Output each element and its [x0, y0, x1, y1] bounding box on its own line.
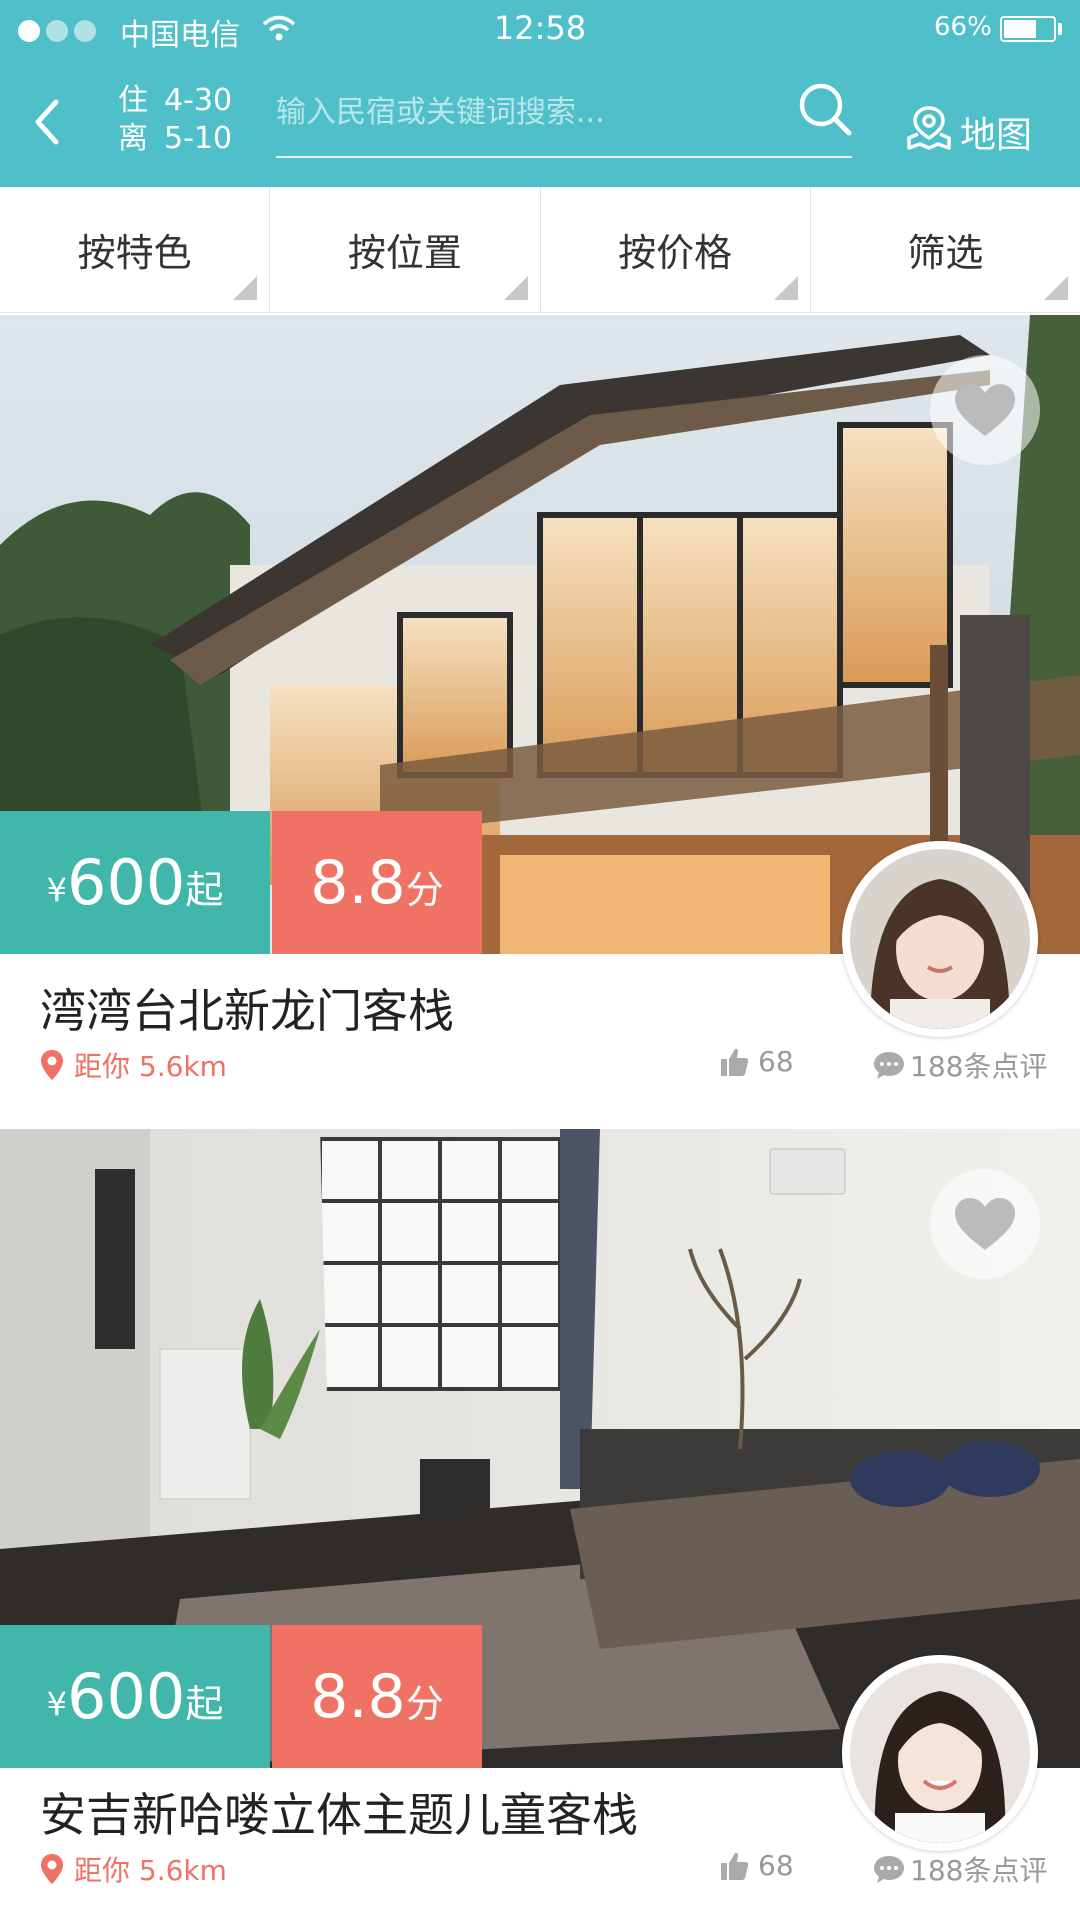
battery-tip: [1058, 23, 1062, 35]
price-suffix: 起: [185, 868, 224, 912]
heart-icon: [955, 1198, 1015, 1250]
checkin-label: 住: [118, 83, 148, 118]
filter-tab-label: 筛选: [907, 231, 984, 275]
review-count: 188条点评: [910, 1854, 1048, 1887]
listing-meta: 距你 5.6km 68 188条点评: [0, 1849, 1080, 1899]
checkout-row: 离 5-10: [118, 120, 232, 158]
location-pin-icon: [41, 1854, 63, 1884]
score-value: 8.8: [310, 847, 406, 918]
currency-symbol: ¥: [46, 870, 67, 909]
rating-score: 8.8 分: [272, 1625, 482, 1768]
checkin-row: 住 4-30: [118, 82, 232, 120]
score-value: 8.8: [310, 1661, 406, 1732]
score-suffix: 分: [405, 1682, 444, 1726]
host-avatar[interactable]: [842, 841, 1038, 1037]
price-suffix: 起: [185, 1682, 224, 1726]
distance: 距你 5.6km: [40, 1849, 227, 1889]
checkout-date: 5-10: [164, 121, 233, 156]
dropdown-corner-icon: [773, 276, 798, 300]
listing-card[interactable]: ¥ 600 起 8.8 分 安吉新哈喽立体主题儿童客栈 距你 5.6km 68 …: [0, 1129, 1080, 1920]
listing-name[interactable]: 安吉新哈喽立体主题儿童客栈: [40, 1779, 638, 1845]
comment-bubble-icon: [874, 1856, 904, 1883]
filter-tab-price[interactable]: 按价格: [541, 187, 811, 312]
like-count: 68: [758, 1045, 794, 1078]
thumbs-up-icon: [721, 1048, 749, 1076]
score-suffix: 分: [405, 868, 444, 912]
rating-score: 8.8 分: [272, 811, 482, 954]
dropdown-corner-icon: [503, 276, 528, 300]
distance: 距你 5.6km: [40, 1045, 227, 1085]
filter-bar: 按特色 按位置 按价格 筛选: [0, 187, 1080, 313]
filter-tab-label: 按价格: [618, 231, 733, 275]
currency-symbol: ¥: [46, 1684, 67, 1723]
heart-icon: [955, 384, 1015, 436]
dropdown-corner-icon: [233, 276, 258, 300]
status-bar: 中国电信 12:58 66%: [0, 0, 1080, 62]
like-button[interactable]: 68: [720, 1849, 794, 1882]
checkin-date: 4-30: [164, 83, 233, 118]
filter-tab-label: 按位置: [347, 231, 462, 275]
search-icon[interactable]: [796, 80, 854, 142]
listing-meta: 距你 5.6km 68 188条点评: [0, 1045, 1080, 1095]
host-avatar[interactable]: [842, 1655, 1038, 1851]
distance-text: 距你 5.6km: [74, 1050, 227, 1083]
map-label: 地图: [960, 114, 1033, 156]
map-pin-icon: [906, 104, 952, 159]
favorite-button[interactable]: [930, 1169, 1040, 1279]
like-count: 68: [758, 1849, 794, 1882]
checkout-label: 离: [118, 121, 148, 156]
filter-tab-location[interactable]: 按位置: [270, 187, 541, 312]
review-count: 188条点评: [910, 1050, 1048, 1083]
battery-icon: [1000, 16, 1056, 42]
top-header: 中国电信 12:58 66% 住 4-30 离 5-10 输入民宿或关键词搜索.…: [0, 0, 1080, 187]
like-button[interactable]: 68: [720, 1045, 794, 1078]
search-box: [276, 82, 852, 158]
back-arrow-icon[interactable]: [30, 98, 64, 150]
price-amount: 600: [67, 1660, 186, 1733]
battery-percent: 66%: [934, 12, 992, 42]
listing-name[interactable]: 湾湾台北新龙门客栈: [40, 975, 454, 1041]
status-time: 12:58: [493, 9, 587, 47]
price-tag: ¥ 600 起: [0, 1625, 270, 1768]
reviews-link[interactable]: 188条点评: [872, 1849, 1047, 1889]
map-button[interactable]: 地图: [906, 104, 1032, 159]
favorite-button[interactable]: [930, 355, 1040, 465]
filter-tab-feature[interactable]: 按特色: [0, 187, 271, 312]
thumbs-up-icon: [721, 1852, 749, 1880]
reviews-link[interactable]: 188条点评: [872, 1045, 1047, 1085]
stay-dates[interactable]: 住 4-30 离 5-10: [118, 82, 232, 158]
dropdown-corner-icon: [1044, 276, 1068, 300]
location-pin-icon: [41, 1050, 63, 1080]
listing-card[interactable]: ¥ 600 起 8.8 分 湾湾台北新龙门客栈 距你 5.6km 68 188条…: [0, 315, 1080, 1127]
price-amount: 600: [67, 846, 186, 919]
filter-tab-label: 按特色: [77, 231, 192, 275]
filter-tab-more[interactable]: 筛选: [811, 187, 1080, 312]
distance-text: 距你 5.6km: [74, 1854, 227, 1887]
comment-bubble-icon: [874, 1052, 904, 1079]
search-input[interactable]: [276, 82, 796, 142]
price-tag: ¥ 600 起: [0, 811, 270, 954]
